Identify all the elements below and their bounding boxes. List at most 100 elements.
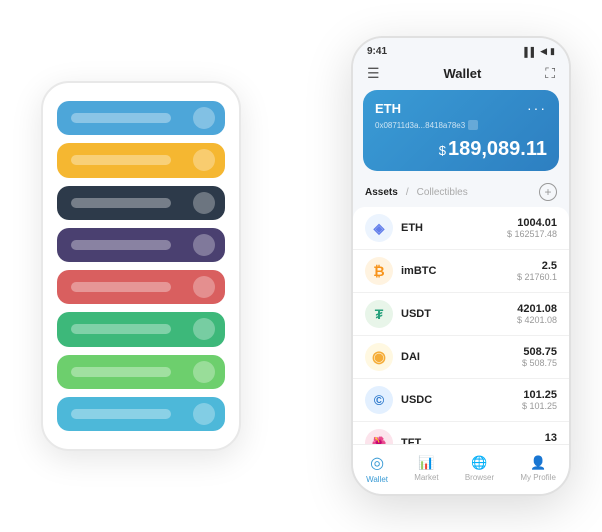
card-5[interactable] — [57, 270, 225, 304]
scene: 9:41 ▌▌ ◀ ▮ ☰ Wallet ⛶ ETH ··· 0x08711d3… — [21, 16, 581, 516]
assets-tabs: Assets / Collectibles — [365, 187, 468, 198]
asset-item-imbtc[interactable]: ₿ imBTC 2.5 $ 21760.1 — [353, 250, 569, 293]
card-text-4 — [71, 240, 171, 250]
card-text-8 — [71, 409, 171, 419]
eth-balance: $189,089.11 — [375, 138, 547, 161]
status-time: 9:41 — [367, 46, 387, 57]
tft-amount-primary: 13 — [545, 432, 557, 444]
card-7[interactable] — [57, 355, 225, 389]
imbtc-icon: ₿ — [365, 257, 393, 285]
card-text-1 — [71, 113, 171, 123]
card-8[interactable] — [57, 397, 225, 431]
dai-amount-usd: $ 508.75 — [522, 358, 557, 368]
card-text-7 — [71, 367, 171, 377]
eth-card-menu-icon[interactable]: ··· — [527, 100, 547, 116]
tft-icon: 🌺 — [365, 429, 393, 444]
assets-header: Assets / Collectibles + — [353, 179, 569, 207]
asset-item-dai[interactable]: ◉ DAI 508.75 $ 508.75 — [353, 336, 569, 379]
tab-assets[interactable]: Assets — [365, 187, 398, 198]
profile-nav-label: My Profile — [520, 473, 556, 482]
asset-item-usdc[interactable]: © USDC 101.25 $ 101.25 — [353, 379, 569, 422]
asset-amounts-imbtc: 2.5 $ 21760.1 — [517, 260, 557, 282]
browser-nav-label: Browser — [465, 473, 494, 482]
front-phone: 9:41 ▌▌ ◀ ▮ ☰ Wallet ⛶ ETH ··· 0x08711d3… — [351, 36, 571, 496]
eth-amount-value: 189,089.11 — [448, 138, 547, 160]
card-3[interactable] — [57, 186, 225, 220]
page-title: Wallet — [443, 66, 481, 81]
eth-card[interactable]: ETH ··· 0x08711d3a...8418a78e3 $189,089.… — [363, 90, 559, 171]
card-4[interactable] — [57, 228, 225, 262]
card-icon-5 — [193, 276, 215, 298]
card-icon-2 — [193, 149, 215, 171]
eth-amount-usd: $ 162517.48 — [507, 229, 557, 239]
usdc-amount-primary: 101.25 — [522, 389, 557, 401]
signal-icon: ▌▌ — [524, 47, 537, 57]
phone-header: ☰ Wallet ⛶ — [353, 61, 569, 90]
add-asset-button[interactable]: + — [539, 183, 557, 201]
nav-market[interactable]: 📊 Market — [414, 455, 438, 482]
card-icon-6 — [193, 318, 215, 340]
dai-amount-primary: 508.75 — [522, 346, 557, 358]
market-nav-label: Market — [414, 473, 438, 482]
card-6[interactable] — [57, 312, 225, 346]
card-icon-8 — [193, 403, 215, 425]
card-icon-4 — [193, 234, 215, 256]
eth-icon: ◈ — [365, 214, 393, 242]
copy-address-icon[interactable] — [468, 120, 478, 130]
asset-name-imbtc: imBTC — [401, 265, 517, 277]
asset-name-usdc: USDC — [401, 394, 522, 406]
profile-nav-icon: 👤 — [530, 455, 546, 471]
imbtc-amount-usd: $ 21760.1 — [517, 272, 557, 282]
imbtc-amount-primary: 2.5 — [517, 260, 557, 272]
status-bar: 9:41 ▌▌ ◀ ▮ — [353, 38, 569, 61]
usdt-amount-usd: $ 4201.08 — [517, 315, 557, 325]
card-text-3 — [71, 198, 171, 208]
eth-address-text: 0x08711d3a...8418a78e3 — [375, 121, 465, 130]
nav-browser[interactable]: 🌐 Browser — [465, 455, 494, 482]
dai-icon: ◉ — [365, 343, 393, 371]
wallet-nav-label: Wallet — [366, 475, 388, 484]
card-2[interactable] — [57, 143, 225, 177]
asset-name-tft: TFT — [401, 437, 545, 444]
wallet-nav-icon: ◎ — [370, 453, 384, 473]
eth-amount-primary: 1004.01 — [507, 217, 557, 229]
card-text-6 — [71, 324, 171, 334]
browser-nav-icon: 🌐 — [471, 455, 487, 471]
card-1[interactable] — [57, 101, 225, 135]
menu-icon[interactable]: ☰ — [367, 65, 380, 82]
asset-amounts-usdc: 101.25 $ 101.25 — [522, 389, 557, 411]
asset-amounts-eth: 1004.01 $ 162517.48 — [507, 217, 557, 239]
nav-profile[interactable]: 👤 My Profile — [520, 455, 556, 482]
asset-amounts-tft: 13 0 — [545, 432, 557, 444]
card-text-5 — [71, 282, 171, 292]
battery-icon: ▮ — [550, 46, 555, 57]
wifi-icon: ◀ — [540, 46, 547, 57]
tab-separator: / — [406, 187, 409, 198]
nav-wallet[interactable]: ◎ Wallet — [366, 453, 388, 484]
card-text-2 — [71, 155, 171, 165]
back-phone — [41, 81, 241, 451]
asset-item-usdt[interactable]: ₮ USDT 4201.08 $ 4201.08 — [353, 293, 569, 336]
asset-item-eth[interactable]: ◈ ETH 1004.01 $ 162517.48 — [353, 207, 569, 250]
asset-item-tft[interactable]: 🌺 TFT 13 0 — [353, 422, 569, 444]
eth-card-title: ETH — [375, 101, 401, 116]
eth-address: 0x08711d3a...8418a78e3 — [375, 120, 547, 130]
asset-name-eth: ETH — [401, 222, 507, 234]
eth-card-header: ETH ··· — [375, 100, 547, 116]
usdt-amount-primary: 4201.08 — [517, 303, 557, 315]
eth-currency-symbol: $ — [439, 143, 446, 158]
asset-name-usdt: USDT — [401, 308, 517, 320]
asset-amounts-usdt: 4201.08 $ 4201.08 — [517, 303, 557, 325]
bottom-nav: ◎ Wallet 📊 Market 🌐 Browser 👤 My Profile — [353, 444, 569, 494]
tab-collectibles[interactable]: Collectibles — [417, 187, 468, 198]
status-icons: ▌▌ ◀ ▮ — [524, 46, 555, 57]
expand-icon[interactable]: ⛶ — [545, 65, 555, 82]
usdc-amount-usd: $ 101.25 — [522, 401, 557, 411]
usdt-icon: ₮ — [365, 300, 393, 328]
usdc-icon: © — [365, 386, 393, 414]
card-icon-3 — [193, 192, 215, 214]
card-icon-1 — [193, 107, 215, 129]
asset-name-dai: DAI — [401, 351, 522, 363]
asset-list: ◈ ETH 1004.01 $ 162517.48 ₿ imBTC 2.5 $ … — [353, 207, 569, 444]
asset-amounts-dai: 508.75 $ 508.75 — [522, 346, 557, 368]
